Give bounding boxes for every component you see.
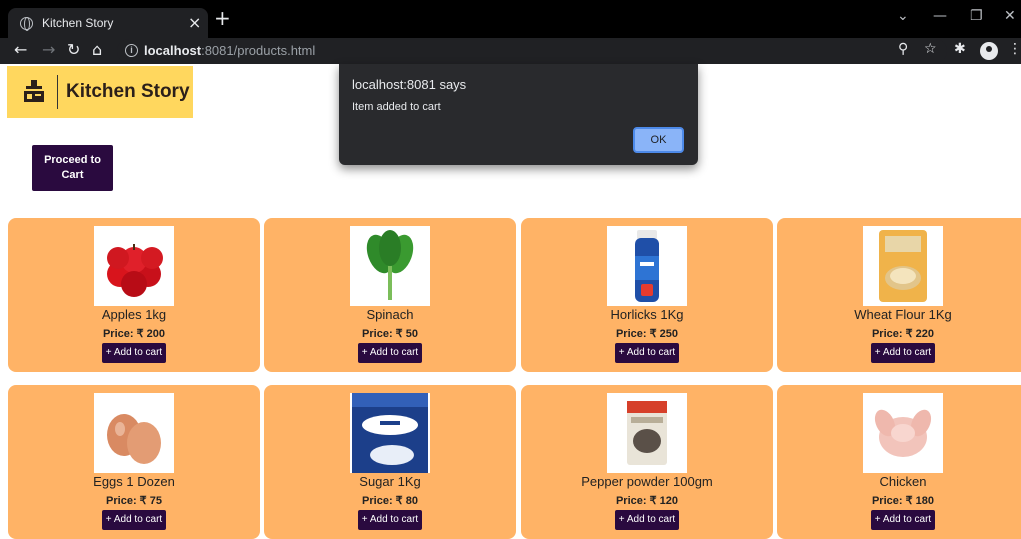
product-price: Price: ₹ 80: [362, 495, 418, 507]
add-to-cart-button[interactable]: + Add to cart: [102, 510, 166, 530]
product-name: Chicken: [879, 474, 927, 489]
eggs-image: [94, 393, 174, 473]
product-card: Spinach Price: ₹ 50 + Add to cart: [264, 218, 516, 372]
browser-tab-strip: Kitchen Story × + ⌄ — ❐ ✕: [0, 0, 1021, 38]
minimize-button[interactable]: —: [933, 8, 947, 24]
product-price: Price: ₹ 200: [102, 328, 166, 340]
product-price: Price: ₹ 75: [106, 495, 162, 507]
add-to-cart-button[interactable]: + Add to cart: [358, 343, 422, 363]
product-card: Pepper powder 100gm Price: ₹ 120 + Add t…: [521, 385, 773, 539]
product-name: Pepper powder 100gm: [581, 474, 713, 489]
logo-text: Kitchen Story: [66, 81, 190, 102]
profile-avatar-icon[interactable]: [980, 42, 998, 60]
sugar-image: [350, 393, 430, 473]
product-price: Price: ₹ 50: [362, 328, 418, 340]
zoom-icon[interactable]: ⚲: [898, 41, 908, 57]
product-price: Price: ₹ 120: [615, 495, 679, 507]
restore-button[interactable]: ❐: [970, 8, 983, 24]
globe-icon: [20, 17, 33, 31]
product-name: Apples 1kg: [101, 307, 167, 322]
logo-separator: [57, 75, 58, 109]
product-card: Horlicks 1Kg Price: ₹ 250 + Add to cart: [521, 218, 773, 372]
add-to-cart-button[interactable]: + Add to cart: [615, 510, 679, 530]
back-arrow-icon[interactable]: ←: [14, 40, 27, 59]
extensions-puzzle-icon[interactable]: ✱: [954, 41, 966, 57]
dialog-title: localhost:8081 says: [352, 77, 467, 92]
wheat-flour-image: [863, 226, 943, 306]
pepper-image: [607, 393, 687, 473]
add-to-cart-button[interactable]: + Add to cart: [615, 343, 679, 363]
apples-image: [94, 226, 174, 306]
product-card: Chicken Price: ₹ 180 + Add to cart: [777, 385, 1021, 539]
add-to-cart-button[interactable]: + Add to cart: [871, 510, 935, 530]
product-card: Wheat Flour 1Kg Price: ₹ 220 + Add to ca…: [777, 218, 1021, 372]
tab-search-icon[interactable]: ⌄: [897, 8, 909, 24]
alert-dialog: localhost:8081 says Item added to cart O…: [339, 64, 698, 165]
product-card: Eggs 1 Dozen Price: ₹ 75 + Add to cart: [8, 385, 260, 539]
browser-toolbar: ← → ↻ ⌂ i localhost:8081/products.html ⚲…: [0, 38, 1021, 64]
product-name: Sugar 1Kg: [359, 474, 421, 489]
dialog-message: Item added to cart: [352, 101, 441, 113]
product-name: Spinach: [366, 307, 414, 322]
ok-button[interactable]: OK: [633, 127, 684, 153]
more-menu-icon[interactable]: ⋮: [1008, 41, 1021, 57]
site-logo[interactable]: Kitchen Story: [7, 66, 193, 118]
horlicks-image: [607, 226, 687, 306]
product-card: Apples 1kg Price: ₹ 200 + Add to cart: [8, 218, 260, 372]
product-price: Price: ₹ 250: [615, 328, 679, 340]
bookmark-star-icon[interactable]: ☆: [924, 41, 937, 57]
proceed-to-cart-button[interactable]: Proceed to Cart: [32, 145, 113, 191]
tab-title: Kitchen Story: [42, 16, 114, 30]
spinach-image: [350, 226, 430, 306]
address-bar[interactable]: i localhost:8081/products.html: [117, 39, 947, 63]
product-card: Sugar 1Kg Price: ₹ 80 + Add to cart: [264, 385, 516, 539]
close-window-button[interactable]: ✕: [1004, 8, 1016, 24]
reload-icon[interactable]: ↻: [67, 40, 80, 59]
product-name: Eggs 1 Dozen: [93, 474, 175, 489]
product-name: Wheat Flour 1Kg: [854, 307, 952, 322]
tab-close-icon[interactable]: ×: [188, 13, 201, 32]
forward-arrow-icon[interactable]: →: [42, 40, 55, 59]
add-to-cart-button[interactable]: + Add to cart: [102, 343, 166, 363]
product-price: Price: ₹ 180: [871, 495, 935, 507]
new-tab-button[interactable]: +: [214, 6, 231, 30]
browser-tab[interactable]: Kitchen Story ×: [8, 8, 208, 38]
product-name: Horlicks 1Kg: [610, 307, 684, 322]
home-icon[interactable]: ⌂: [92, 40, 102, 59]
kitchen-logo-icon: [24, 80, 44, 102]
chicken-image: [863, 393, 943, 473]
info-icon[interactable]: i: [125, 44, 138, 57]
add-to-cart-button[interactable]: + Add to cart: [358, 510, 422, 530]
product-price: Price: ₹ 220: [871, 328, 935, 340]
add-to-cart-button[interactable]: + Add to cart: [871, 343, 935, 363]
url-text: localhost:8081/products.html: [144, 43, 316, 58]
